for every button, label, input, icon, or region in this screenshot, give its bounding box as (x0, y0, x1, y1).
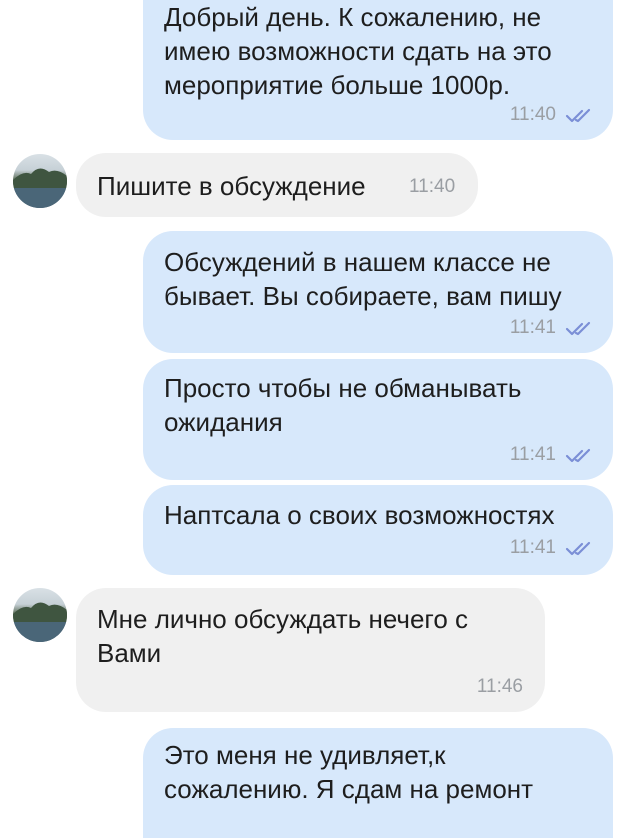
message-bubble-outgoing[interactable]: Просто чтобы не обманывать ожидания 11:4… (143, 359, 613, 480)
message-text: Мне лично обсуждать нечего с Вами (97, 604, 469, 668)
message-time: 11:41 (509, 317, 556, 338)
avatar[interactable] (13, 588, 67, 642)
message-text: Обсуждений в нашем классе не бывает. Вы … (164, 247, 562, 311)
landscape-avatar-icon (13, 602, 67, 642)
message-time: 11:40 (409, 176, 456, 197)
message-time: 11:40 (509, 104, 556, 125)
message-text: Это меня не удивляет,к сожалению. Я сдам… (164, 740, 534, 804)
double-check-icon (565, 448, 591, 463)
message-bubble-incoming[interactable]: Пишите в обсуждение 11:40 (76, 153, 478, 217)
double-check-icon (565, 108, 591, 123)
message-text: Добрый день. К сожалению, не имею возмож… (164, 2, 552, 100)
avatar[interactable] (13, 154, 67, 208)
message-bubble-incoming[interactable]: Мне лично обсуждать нечего с Вами 11:46 (76, 588, 545, 712)
message-bubble-outgoing[interactable]: Это меня не удивляет,к сожалению. Я сдам… (143, 728, 613, 838)
message-bubble-outgoing[interactable]: Добрый день. К сожалению, не имею возмож… (143, 0, 613, 140)
landscape-avatar-icon (13, 168, 67, 208)
message-time: 11:41 (509, 537, 556, 558)
double-check-icon (565, 321, 591, 336)
message-text: Наптсала о своих возможностях (164, 500, 555, 530)
message-text: Пишите в обсуждение (97, 171, 366, 201)
message-bubble-outgoing[interactable]: Обсуждений в нашем классе не бывает. Вы … (143, 231, 613, 353)
message-bubble-outgoing[interactable]: Наптсала о своих возможностях 11:41 (143, 485, 613, 575)
double-check-icon (565, 541, 591, 556)
message-text: Просто чтобы не обманывать ожидания (164, 373, 522, 437)
message-time: 11:46 (476, 676, 523, 697)
message-time: 11:41 (509, 444, 556, 465)
